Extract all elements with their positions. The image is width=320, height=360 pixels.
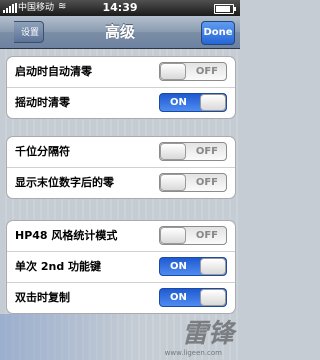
switch-knob <box>200 94 226 111</box>
setting-label: 显示末位数字后的零 <box>15 176 114 189</box>
setting-row: 双击时复制 ON <box>7 283 235 313</box>
setting-label: 摇动时清零 <box>15 96 70 109</box>
toggle-switch-auto-clear-on-launch[interactable]: OFF <box>159 62 227 81</box>
setting-label: 千位分隔符 <box>15 145 70 158</box>
status-bar: 中国移动 ≋ 14:39 <box>0 0 240 16</box>
toggle-switch-trailing-zeros[interactable]: OFF <box>159 173 227 192</box>
status-time: 14:39 <box>102 1 138 14</box>
switch-knob <box>160 143 186 160</box>
toggle-switch-single-2nd-key[interactable]: ON <box>159 257 227 276</box>
settings-group-reset: 启动时自动清零 OFF 摇动时清零 ON <box>6 56 236 119</box>
toggle-switch-double-tap-copy[interactable]: ON <box>159 288 227 307</box>
setting-label: 单次 2nd 功能键 <box>15 260 102 273</box>
watermark-logo: 雷锋 <box>181 319 234 349</box>
toggle-switch-shake-to-clear[interactable]: ON <box>159 93 227 112</box>
switch-state-text: OFF <box>195 146 218 157</box>
setting-row: 显示末位数字后的零 OFF <box>7 168 235 198</box>
setting-row: 千位分隔符 OFF <box>7 137 235 168</box>
done-button[interactable]: Done <box>201 21 235 45</box>
switch-knob <box>160 227 186 244</box>
switch-knob <box>160 174 186 191</box>
switch-knob <box>160 63 186 80</box>
setting-label: 双击时复制 <box>15 291 70 304</box>
switch-state-text: ON <box>170 97 187 108</box>
switch-knob <box>200 289 226 306</box>
navigation-bar: 设置 高级 Done <box>0 16 240 49</box>
toggle-switch-thousands-separator[interactable]: OFF <box>159 142 227 161</box>
setting-row: HP48 风格统计模式 OFF <box>7 221 235 252</box>
watermark-url: www.ligeen.com <box>164 349 222 357</box>
settings-group-display: 千位分隔符 OFF 显示末位数字后的零 OFF <box>6 136 236 199</box>
battery-icon <box>214 4 236 14</box>
setting-label: HP48 风格统计模式 <box>15 229 118 242</box>
switch-state-text: ON <box>170 261 187 272</box>
toggle-switch-hp48-stats-mode[interactable]: OFF <box>159 226 227 245</box>
setting-row: 单次 2nd 功能键 ON <box>7 252 235 283</box>
switch-state-text: OFF <box>195 230 218 241</box>
decorative-strip <box>0 314 140 360</box>
setting-row: 摇动时清零 ON <box>7 88 235 118</box>
switch-state-text: OFF <box>195 177 218 188</box>
switch-knob <box>200 258 226 275</box>
setting-label: 启动时自动清零 <box>15 65 92 78</box>
screen: 中国移动 ≋ 14:39 设置 高级 Done 启动时自动清零 OFF 摇动时清… <box>0 0 240 360</box>
settings-group-advanced: HP48 风格统计模式 OFF 单次 2nd 功能键 ON 双击时复制 ON <box>6 220 236 314</box>
switch-state-text: ON <box>170 292 187 303</box>
setting-row: 启动时自动清零 OFF <box>7 57 235 88</box>
switch-state-text: OFF <box>195 66 218 77</box>
